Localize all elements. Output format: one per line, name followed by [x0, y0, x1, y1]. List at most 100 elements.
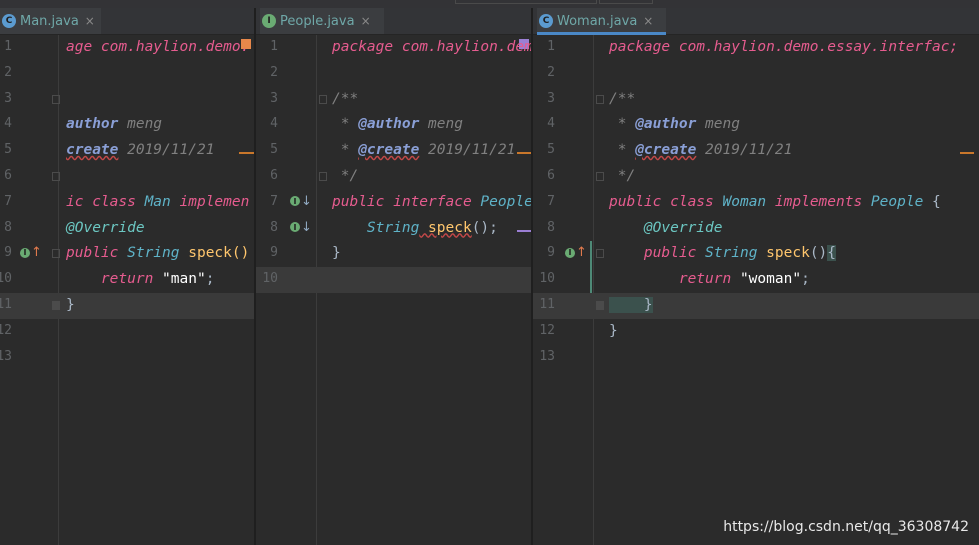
- code-text: public String speck(){: [609, 245, 837, 262]
- fold-icon[interactable]: [596, 94, 604, 104]
- tab-label: Woman.java: [557, 13, 638, 29]
- code-text: * @create 2019/11/21: [332, 142, 516, 159]
- code-editor[interactable]: 1 age com.haylion.demo. 2 3 4 author men…: [0, 35, 254, 545]
- implemented-by-icon[interactable]: I ↓: [290, 220, 312, 235]
- warning-marker: [517, 152, 531, 155]
- keyword: public: [609, 245, 697, 262]
- keyword: implemen: [170, 193, 250, 210]
- javadoc-value: 2019/11/21: [696, 142, 793, 159]
- code-line: 9 I ↑ public String speck(){: [533, 241, 979, 267]
- fold-icon[interactable]: [596, 172, 604, 181]
- code-editor[interactable]: 1 package com.haylion.dem 2 3 /** 4 * @a…: [256, 35, 531, 545]
- keyword: implements: [766, 193, 863, 210]
- tab-people-java[interactable]: I People.java ×: [260, 8, 384, 34]
- fold-icon[interactable]: [319, 94, 327, 104]
- code-line: 1 package com.haylion.demo.essay.interfa…: [533, 35, 979, 61]
- keyword: class: [661, 193, 714, 210]
- code-line: 7 ic class Man implemen: [0, 190, 254, 216]
- up-arrow-icon: ↑: [576, 245, 587, 261]
- line-number: 6: [547, 168, 555, 183]
- line-number: 11: [0, 297, 12, 312]
- code-line: 6 */: [533, 164, 979, 190]
- tab-man-java[interactable]: C Man.java ×: [0, 8, 101, 34]
- code-line: 4 * @author meng: [256, 112, 531, 138]
- string-literal: "woman": [739, 271, 802, 288]
- code-text: * @create 2019/11/21: [609, 142, 793, 159]
- interface-name: People: [862, 193, 924, 210]
- line-number: 3: [4, 90, 12, 106]
- code-text: return "man";: [66, 271, 215, 287]
- code-line: 10 return "woman";: [533, 267, 979, 293]
- matched-brace: }: [609, 297, 653, 313]
- matched-brace: {: [827, 245, 837, 262]
- code-line-current: 11 }: [533, 293, 979, 319]
- fold-icon[interactable]: [52, 94, 60, 104]
- type-name: String: [696, 245, 758, 262]
- javadoc-prefix: *: [332, 142, 359, 159]
- implemented-by-icon[interactable]: I ↓: [290, 194, 312, 209]
- line-number: 5: [270, 142, 278, 158]
- info-marker: [517, 229, 531, 232]
- fold-end-icon[interactable]: [52, 301, 60, 310]
- implements-icon: I: [290, 222, 300, 233]
- javadoc-prefix: *: [332, 116, 359, 133]
- code-line: 1 age com.haylion.demo.: [0, 35, 254, 61]
- close-icon[interactable]: ×: [643, 14, 653, 28]
- line-number: 8: [270, 219, 278, 235]
- type-name: String: [118, 245, 180, 262]
- code-text: }: [609, 323, 618, 339]
- code-text: ic class Man implemen: [66, 194, 249, 210]
- fold-icon[interactable]: [319, 172, 327, 181]
- line-number: 8: [4, 219, 12, 235]
- line-number: 13: [0, 348, 12, 364]
- code-line: 13: [533, 345, 979, 371]
- line-number: 3: [547, 90, 555, 106]
- code-text: public interface People: [332, 194, 531, 210]
- javadoc-tag: create: [66, 142, 119, 159]
- javadoc-open: /**: [609, 90, 636, 107]
- javadoc-close: */: [332, 168, 359, 184]
- code-line: 3 /**: [533, 87, 979, 113]
- javadoc-value: 2019/11/21: [419, 142, 516, 159]
- class-file-icon: C: [2, 14, 16, 28]
- close-icon[interactable]: ×: [85, 14, 95, 28]
- line-number: 9: [270, 245, 278, 261]
- warning-marker: [960, 152, 974, 155]
- punctuation: (): [809, 245, 828, 262]
- class-name: Man: [144, 193, 171, 210]
- code-line: 12 }: [533, 319, 979, 345]
- code-line: 5 * @create 2019/11/21: [533, 138, 979, 164]
- line-number: 9: [547, 245, 555, 261]
- code-text: @Override: [66, 220, 145, 236]
- line-number: 7: [4, 193, 12, 209]
- code-line: 10 return "man";: [0, 267, 254, 293]
- code-line: 4 author meng: [0, 112, 254, 138]
- javadoc-tag: @author: [635, 116, 697, 133]
- overrides-method-icon[interactable]: I ↑: [565, 245, 587, 260]
- code-text: create 2019/11/21: [66, 142, 214, 158]
- code-text: }: [332, 245, 341, 261]
- code-line: 4 * @author meng: [533, 112, 979, 138]
- down-arrow-icon: ↓: [301, 219, 312, 235]
- code-editor[interactable]: 1 package com.haylion.demo.essay.interfa…: [533, 35, 979, 545]
- class-file-icon: C: [539, 14, 553, 28]
- code-text: */: [332, 168, 358, 184]
- code-line: 8 I ↓ String speck();: [256, 216, 531, 242]
- code-text: public String speck(): [66, 245, 249, 261]
- javadoc-prefix: *: [609, 116, 636, 133]
- close-icon[interactable]: ×: [361, 14, 371, 28]
- overrides-method-icon[interactable]: I ↑: [20, 245, 42, 260]
- annotation: @Override: [609, 219, 723, 236]
- javadoc-tag: @author: [358, 116, 420, 133]
- code-line: 3: [0, 87, 254, 113]
- code-line: 3 /**: [256, 87, 531, 113]
- editor-pane-man: C Man.java × 1 age com.haylion.demo. 2 3…: [0, 8, 254, 545]
- type-name: String: [332, 219, 420, 236]
- tab-woman-java[interactable]: C Woman.java ×: [537, 8, 666, 35]
- fold-end-icon[interactable]: [596, 301, 604, 310]
- fold-icon[interactable]: [52, 172, 60, 181]
- fold-icon[interactable]: [52, 249, 60, 259]
- fold-icon[interactable]: [596, 249, 604, 259]
- line-number: 13: [539, 348, 555, 364]
- punctuation: ;: [801, 271, 810, 288]
